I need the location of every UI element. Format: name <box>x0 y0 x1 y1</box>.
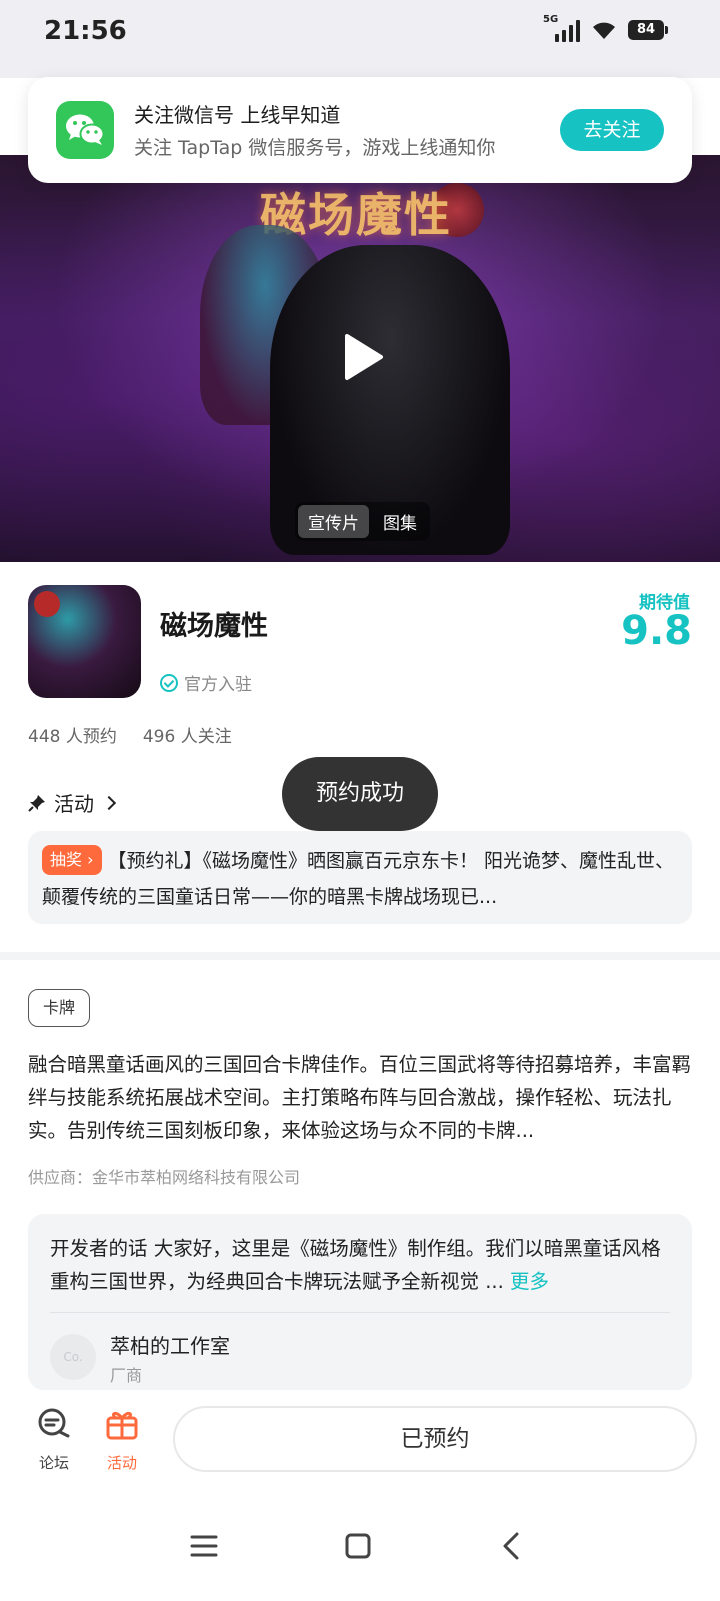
forum-label: 论坛 <box>38 1454 69 1472</box>
developer-note-text: 开发者的话 大家好，这里是《磁场魔性》制作组。我们以暗黑童话风格重构三国世界，为… <box>50 1237 661 1293</box>
app-name: 磁场魔性 <box>160 611 268 642</box>
reservation-count: 448 人预约 <box>28 727 117 747</box>
chevron-right-icon <box>101 795 117 810</box>
hero-media[interactable]: 磁场魔性 宣传片 图集 <box>0 155 720 562</box>
network-type: 5G <box>543 14 559 25</box>
follow-button[interactable]: 去关注 <box>560 109 664 151</box>
lottery-badge-label: 抽奖 <box>50 850 83 869</box>
developer-note: 开发者的话 大家好，这里是《磁场魔性》制作组。我们以暗黑童话风格重构三国世界，为… <box>50 1232 670 1298</box>
section-divider <box>0 952 720 960</box>
forum-button[interactable]: 论坛 <box>22 1406 86 1473</box>
activity-tab-label: 活动 <box>106 1454 137 1472</box>
wechat-follow-banner[interactable]: 关注微信号 上线早知道 关注 TapTap 微信服务号，游戏上线通知你 去关注 <box>28 77 692 183</box>
follower-count: 496 人关注 <box>142 727 232 747</box>
activity-tab-button[interactable]: 活动 <box>90 1406 154 1473</box>
more-link[interactable]: 更多 <box>510 1270 549 1293</box>
home-icon[interactable] <box>338 1526 378 1566</box>
developer-divider <box>50 1312 670 1313</box>
bottom-action-bar: 论坛 活动 已预约 <box>0 1390 720 1486</box>
activity-header[interactable]: 活动 <box>28 788 117 817</box>
developer-avatar[interactable]: Co. <box>50 1334 96 1380</box>
menu-icon[interactable] <box>184 1526 224 1566</box>
wifi-icon <box>593 22 615 39</box>
activity-text: 【预约礼】《磁场魔性》晒图赢百元京东卡！ 阳光诡梦、魔性乱世、颠覆传统的三国童话… <box>42 850 675 908</box>
system-navigation <box>0 1486 720 1601</box>
supplier-info: 供应商：金华市萃柏网络科技有限公司 <box>28 1168 301 1187</box>
notice-title: 关注微信号 上线早知道 <box>134 103 341 127</box>
developer-card[interactable]: 开发者的话 大家好，这里是《磁场魔性》制作组。我们以暗黑童话风格重构三国世界，为… <box>28 1214 692 1390</box>
play-icon[interactable] <box>333 330 387 384</box>
lottery-badge: 抽奖 › <box>42 845 102 875</box>
battery-icon: 84 <box>628 20 668 40</box>
tab-trailer[interactable]: 宣传片 <box>298 505 369 538</box>
genre-tag[interactable]: 卡牌 <box>28 989 91 1027</box>
developer-name[interactable]: 萃柏的工作室 <box>110 1330 230 1359</box>
media-tabs: 宣传片 图集 <box>295 502 430 541</box>
gift-icon <box>106 1411 138 1440</box>
reserved-button[interactable]: 已预约 <box>173 1406 697 1472</box>
activity-heading: 活动 <box>54 792 94 816</box>
check-circle-icon <box>160 673 178 692</box>
toast-message: 预约成功 <box>282 757 438 831</box>
expectation-score: 9.8 <box>621 608 692 654</box>
notice-subtitle: 关注 TapTap 微信服务号，游戏上线通知你 <box>134 137 496 159</box>
status-time: 21:56 <box>44 16 127 46</box>
signal-icon: 5G <box>543 14 580 42</box>
status-bar: 21:56 5G 84 <box>0 0 720 78</box>
status-icons: 5G 84 <box>543 14 668 42</box>
official-badge: 官方入驻 <box>160 670 252 695</box>
game-description[interactable]: 融合暗黑童话画风的三国回合卡牌佳作。百位三国武将等待招募培养，丰富羁绊与技能系统… <box>28 1048 692 1147</box>
official-label: 官方入驻 <box>184 675 252 695</box>
app-icon <box>28 585 141 698</box>
developer-role: 厂商 <box>110 1366 143 1385</box>
back-icon[interactable] <box>492 1526 532 1566</box>
pin-icon <box>28 794 45 812</box>
app-stats: 448 人预约 496 人关注 <box>28 722 232 747</box>
tab-gallery[interactable]: 图集 <box>373 505 427 538</box>
activity-card[interactable]: 抽奖 › 【预约礼】《磁场魔性》晒图赢百元京东卡！ 阳光诡梦、魔性乱世、颠覆传统的… <box>28 831 692 924</box>
forum-icon <box>38 1408 70 1438</box>
wechat-icon <box>56 101 114 159</box>
